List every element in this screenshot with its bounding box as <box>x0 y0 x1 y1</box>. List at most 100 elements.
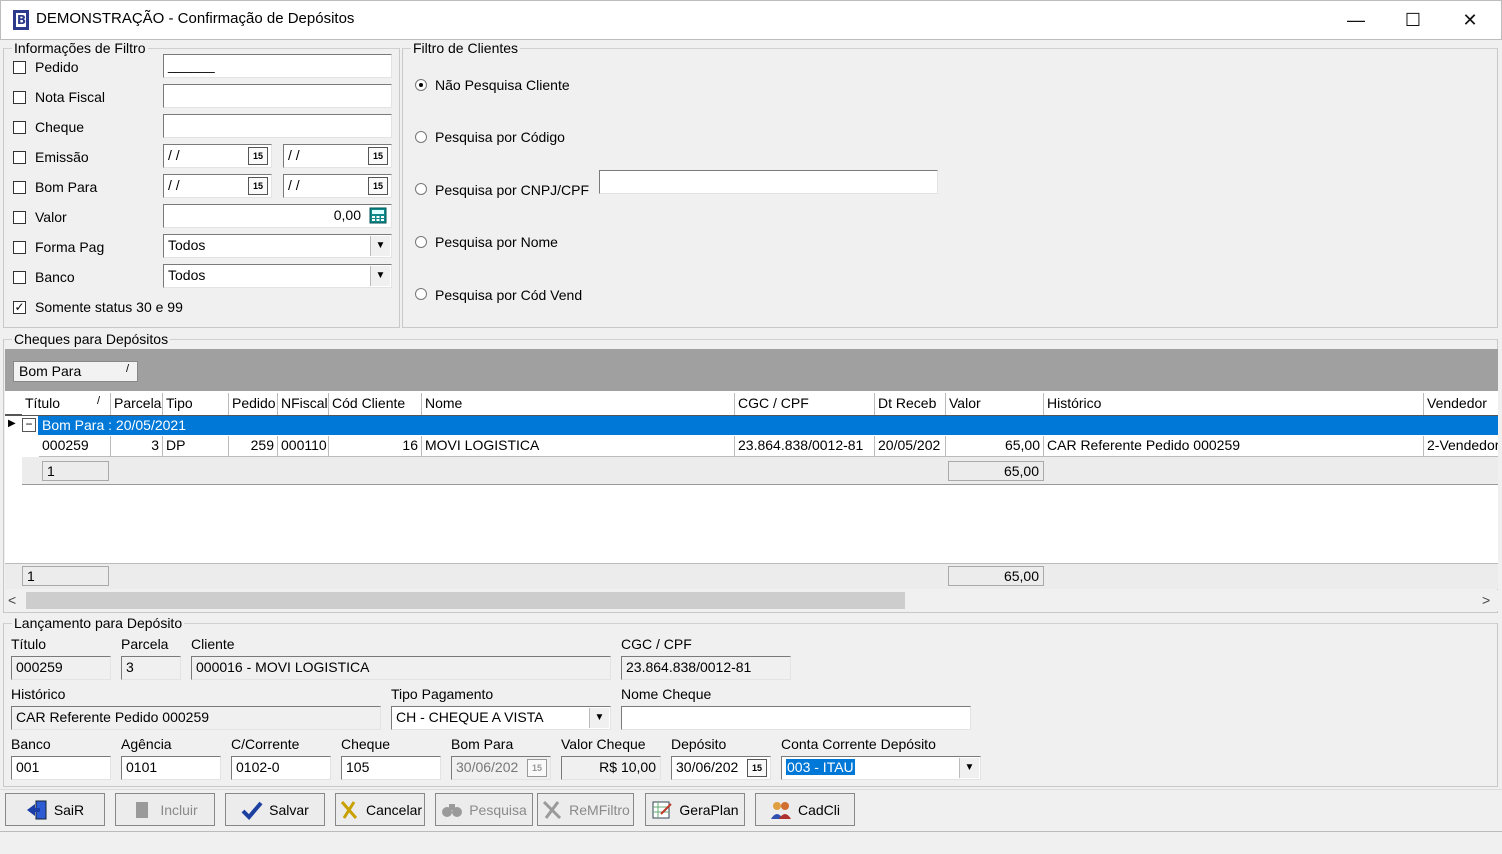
scrollbar-thumb[interactable] <box>26 592 905 609</box>
conta-corrente-value: 003 - ITAU <box>786 759 855 775</box>
cgc-label: CGC / CPF <box>621 636 692 652</box>
valor-cheque-field: R$ 10,00 <box>561 756 661 780</box>
nota-fiscal-checkbox[interactable] <box>13 91 26 104</box>
cheque-checkbox[interactable] <box>13 121 26 134</box>
pedido-label: Pedido <box>35 59 79 75</box>
cheque-numero-input[interactable]: 105 <box>341 756 441 780</box>
banco-input[interactable]: 001 <box>11 756 111 780</box>
group-sum: 65,00 <box>948 461 1044 481</box>
forma-pag-label: Forma Pag <box>35 239 105 255</box>
c-corrente-input[interactable]: 0102-0 <box>231 756 331 780</box>
historico-field: CAR Referente Pedido 000259 <box>11 706 381 730</box>
scroll-left-icon[interactable]: < <box>8 592 22 609</box>
radio-pesquisa-codigo[interactable] <box>415 131 427 143</box>
chevron-down-icon[interactable]: ▼ <box>370 236 390 256</box>
nome-cheque-input[interactable] <box>621 706 971 730</box>
remfiltro-button[interactable]: ReMFiltro <box>537 793 634 826</box>
close-icon: ✕ <box>1462 9 1478 30</box>
calendar-icon[interactable]: 15 <box>368 147 388 165</box>
maximize-button[interactable]: ☐ <box>1384 0 1442 40</box>
col-header-vendedor[interactable]: Vendedor <box>1424 393 1498 415</box>
status-bar <box>0 831 1502 854</box>
cell-historico[interactable]: CAR Referente Pedido 000259 <box>1044 436 1424 457</box>
banco-label: Banco <box>11 736 51 752</box>
incluir-button[interactable]: Incluir <box>115 793 215 826</box>
calendar-icon[interactable]: 15 <box>248 177 268 195</box>
cell-cgc[interactable]: 23.864.838/0012-81 <box>735 436 875 457</box>
agencia-label: Agência <box>121 736 172 752</box>
col-header-nome[interactable]: Nome <box>422 393 735 415</box>
col-header-parcela[interactable]: Parcela <box>111 393 163 415</box>
cell-titulo[interactable]: 000259 <box>39 436 111 457</box>
banco-checkbox[interactable] <box>13 271 26 284</box>
cell-cod-cliente[interactable]: 16 <box>329 436 422 457</box>
col-header-dt-receb[interactable]: Dt Receb <box>875 393 946 415</box>
group-chip-bom-para[interactable]: Bom Para / <box>13 361 138 382</box>
checkmark-icon <box>241 801 263 820</box>
agencia-input[interactable]: 0101 <box>121 756 221 780</box>
collapse-icon[interactable]: − <box>22 418 36 432</box>
radio-pesquisa-vend[interactable] <box>415 288 427 300</box>
scroll-right-icon[interactable]: > <box>1482 592 1496 609</box>
valor-checkbox[interactable] <box>13 211 26 224</box>
somente-status-checkbox[interactable]: ✓ <box>13 301 26 314</box>
sair-label: SaiR <box>53 801 85 818</box>
col-header-tipo[interactable]: Tipo <box>163 393 229 415</box>
cell-pedido[interactable]: 259 <box>229 436 278 457</box>
forma-pag-checkbox[interactable] <box>13 241 26 254</box>
cell-vendedor[interactable]: 2-Vendedor <box>1424 436 1498 457</box>
chevron-down-icon[interactable]: ▼ <box>589 708 609 728</box>
calendar-icon[interactable]: 15 <box>368 177 388 195</box>
nota-fiscal-input[interactable] <box>163 84 392 108</box>
cell-parcela[interactable]: 3 <box>111 436 163 457</box>
col-header-cgc[interactable]: CGC / CPF <box>735 393 875 415</box>
minimize-button[interactable]: — <box>1327 0 1385 40</box>
close-button[interactable]: ✕ <box>1441 0 1499 40</box>
group-by-panel <box>5 349 1498 391</box>
cancel-icon <box>340 800 358 819</box>
cheque-input[interactable] <box>163 114 392 138</box>
cancelar-button[interactable]: Cancelar <box>335 793 425 826</box>
col-header-cod-cliente[interactable]: Cód Cliente <box>329 393 422 415</box>
col-header-nfiscal[interactable]: NFiscal <box>278 393 329 415</box>
col-header-historico[interactable]: Histórico <box>1044 393 1424 415</box>
conta-corrente-select[interactable]: 003 - ITAU <box>781 756 981 780</box>
radio-pesquisa-nome[interactable] <box>415 236 427 248</box>
emissao-checkbox[interactable] <box>13 151 26 164</box>
pedido-checkbox[interactable] <box>13 61 26 74</box>
footer-count: 1 <box>22 566 109 586</box>
c-corrente-label: C/Corrente <box>231 736 300 752</box>
chevron-down-icon[interactable]: ▼ <box>370 266 390 286</box>
salvar-button[interactable]: Salvar <box>225 793 325 826</box>
chevron-down-icon[interactable]: ▼ <box>959 758 979 778</box>
valor-input[interactable]: 0,00 <box>163 204 392 228</box>
cell-nfiscal[interactable]: 000110 <box>278 436 329 457</box>
col-header-valor[interactable]: Valor <box>946 393 1044 415</box>
group-row[interactable]: Bom Para : 20/05/2021 <box>38 416 1498 435</box>
bom-para-checkbox[interactable] <box>13 181 26 194</box>
cell-dt-receb[interactable]: 20/05/202 <box>875 436 946 457</box>
col-header-pedido[interactable]: Pedido <box>229 393 278 415</box>
cell-tipo[interactable]: DP <box>163 436 229 457</box>
cell-valor[interactable]: 65,00 <box>946 436 1044 457</box>
geraplan-button[interactable]: GeraPlan <box>645 793 745 826</box>
radio-nao-pesquisa[interactable] <box>415 79 427 91</box>
calculator-icon[interactable] <box>369 207 387 224</box>
radio-pesquisa-cnpj[interactable] <box>415 183 427 195</box>
cadcli-button[interactable]: CadCli <box>755 793 855 826</box>
pesquisa-button[interactable]: Pesquisa <box>435 793 533 826</box>
col-header-titulo[interactable]: Título / <box>22 393 111 415</box>
sair-button[interactable]: SaiR <box>5 793 105 826</box>
calendar-icon[interactable]: 15 <box>248 147 268 165</box>
tipo-pagamento-select[interactable]: CH - CHEQUE A VISTA <box>391 706 611 730</box>
banco-select[interactable]: Todos <box>163 264 392 288</box>
cell-nome[interactable]: MOVI LOGISTICA <box>422 436 735 457</box>
calendar-icon[interactable]: 15 <box>747 759 767 777</box>
forma-pag-select[interactable]: Todos <box>163 234 392 258</box>
pedido-input[interactable]: ______ <box>163 54 392 78</box>
col-header-titulo-label: Título <box>25 395 61 411</box>
sort-icon: / <box>125 363 129 375</box>
lancamento-group-title: Lançamento para Depósito <box>12 615 185 631</box>
cnpj-input[interactable] <box>599 170 938 194</box>
cadcli-label: CadCli <box>797 801 840 818</box>
